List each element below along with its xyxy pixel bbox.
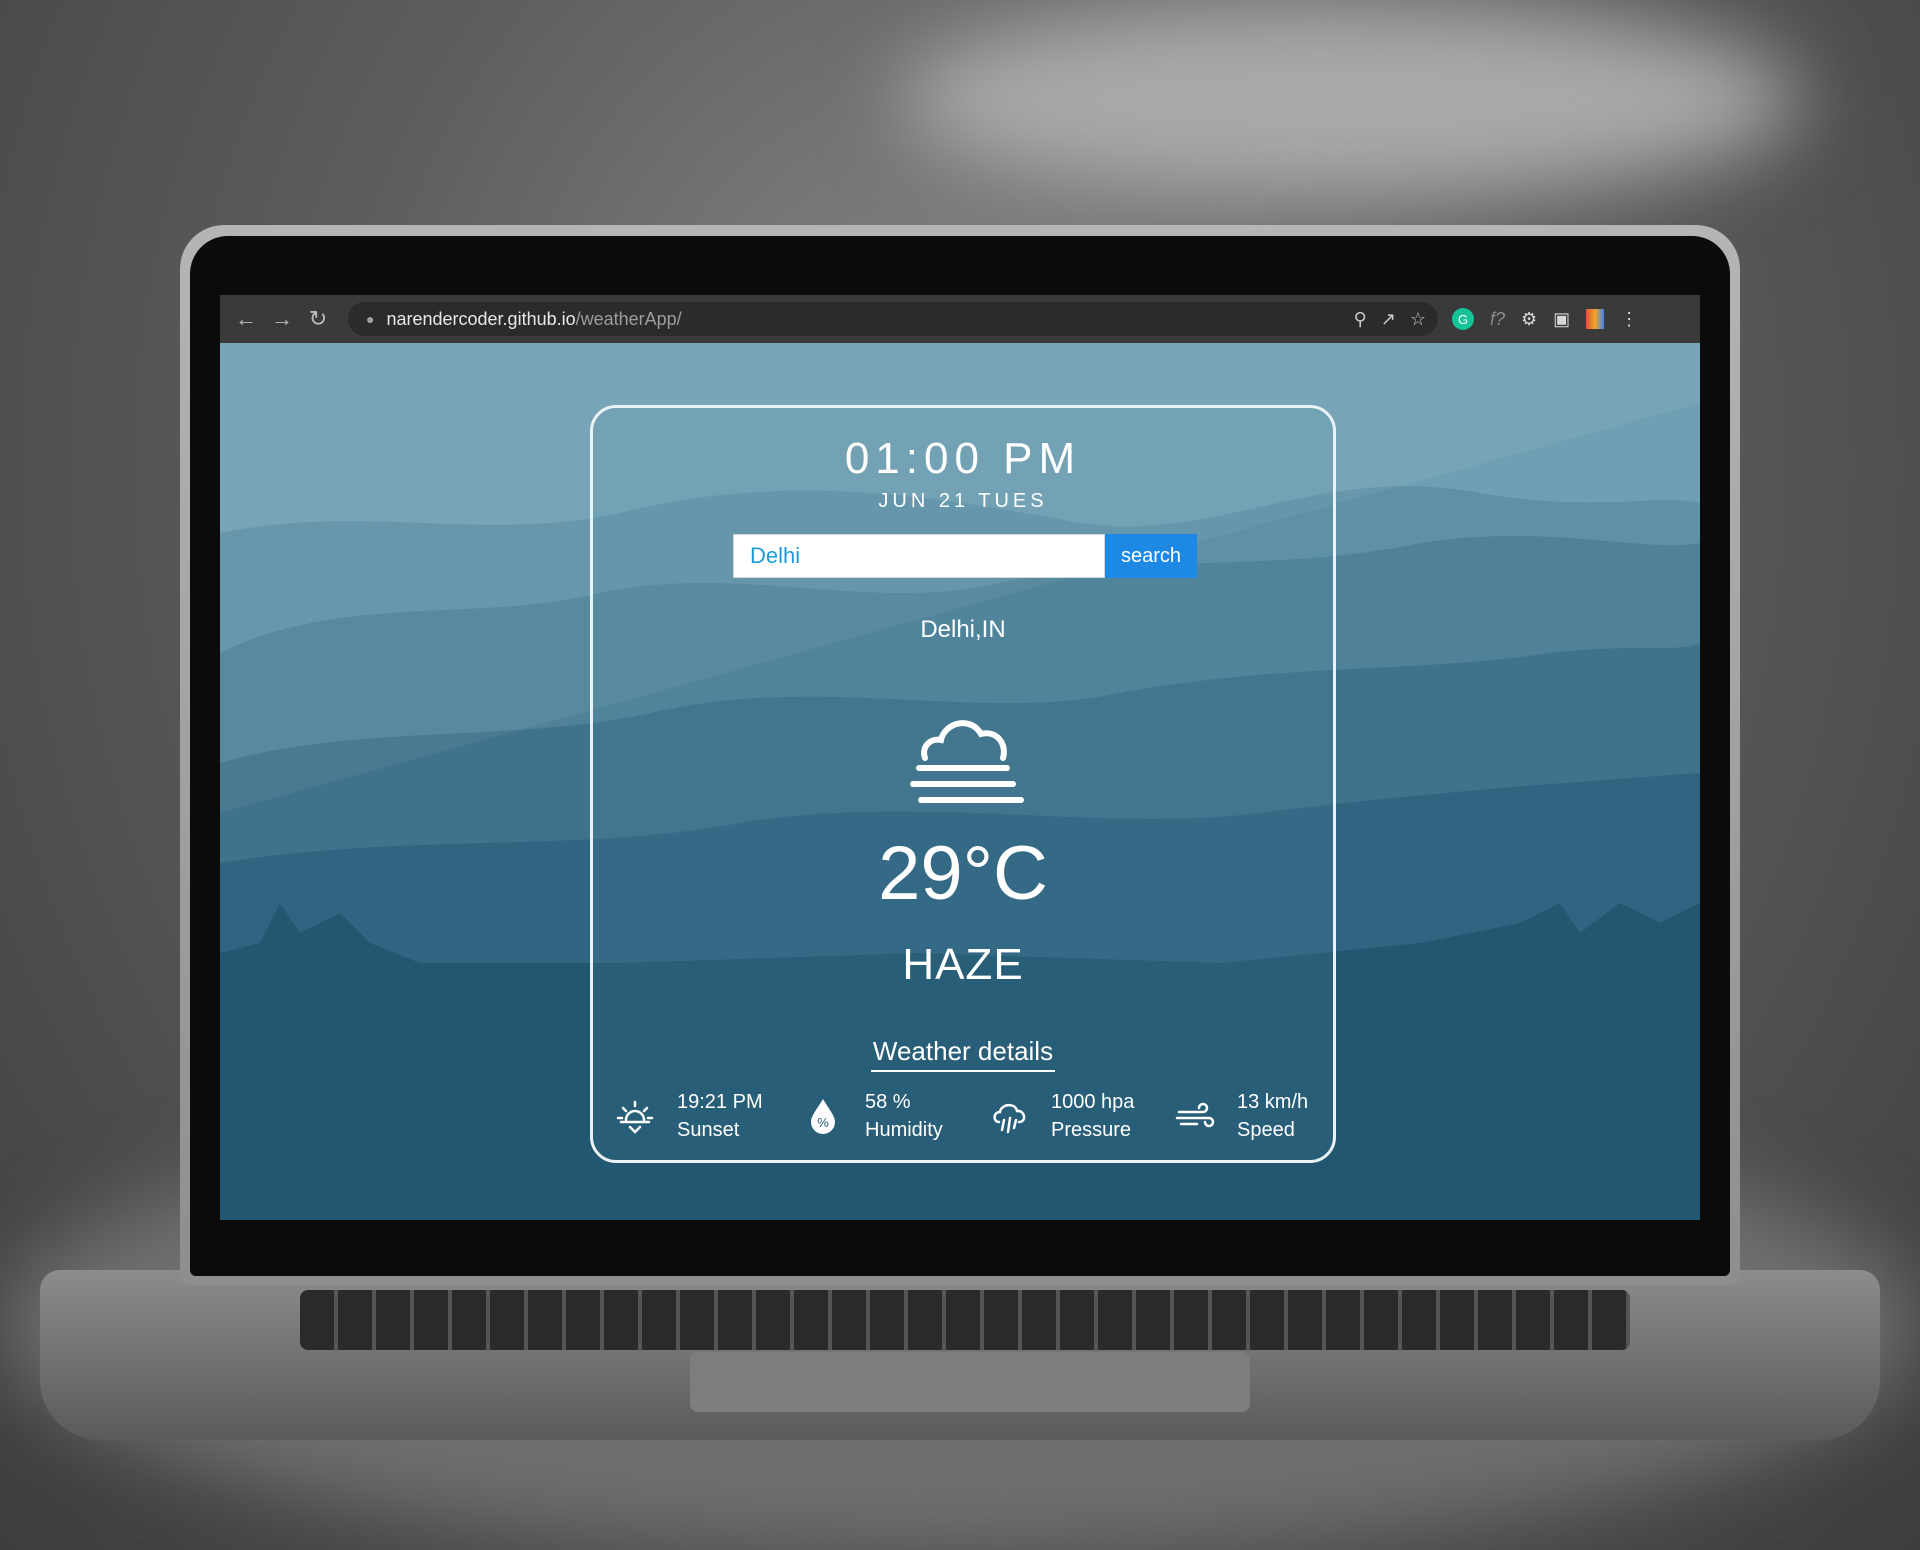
laptop-trackpad [690,1352,1250,1412]
zoom-icon[interactable]: ⚲ [1354,309,1367,330]
grammarly-extension-icon[interactable]: G [1452,308,1474,330]
address-bar[interactable]: ● narendercoder.github.io/weatherApp/ ⚲ … [348,302,1438,336]
weather-details-heading: Weather details [593,1036,1333,1072]
bookmark-star-icon[interactable]: ☆ [1410,309,1426,330]
colorful-extension-icon[interactable] [1586,309,1605,329]
url-path: /weatherApp/ [575,308,682,329]
lock-icon: ● [366,311,375,327]
location-label: Delhi,IN [920,616,1006,643]
humidity-value: 58 % [865,1091,911,1113]
city-search-input[interactable] [733,534,1105,578]
current-time: 01:00 PM [844,434,1082,483]
humidity-label: Humidity [865,1119,943,1141]
pressure-icon [993,1103,1026,1134]
side-panel-icon[interactable]: ▣ [1553,309,1570,330]
back-icon[interactable]: ← [228,306,264,332]
search-button[interactable]: search [1105,534,1197,578]
detail-wind: 13 km/h Speed [1175,1088,1308,1144]
laptop-keyboard [300,1290,1630,1350]
forward-icon[interactable]: → [264,306,300,332]
pressure-value: 1000 hpa [1051,1091,1135,1113]
background-blur [900,0,1800,200]
pressure-label: Pressure [1051,1119,1132,1141]
browser-menu-icon[interactable]: ⋮ [1620,309,1638,330]
laptop-screen: ← → ↻ ● narendercoder.github.io/weatherA… [220,295,1700,1220]
extensions-puzzle-icon[interactable]: ⚙ [1521,309,1537,330]
share-icon[interactable]: ↗ [1381,309,1396,330]
temperature-value: 29°C [878,831,1048,916]
haze-icon [910,720,1024,803]
browser-toolbar: ← → ↻ ● narendercoder.github.io/weatherA… [220,295,1700,343]
formula-extension-icon[interactable]: f? [1490,309,1505,330]
detail-pressure: 1000 hpa Pressure [989,1088,1134,1144]
wind-label: Speed [1237,1119,1295,1141]
sunset-label: Sunset [677,1119,740,1141]
weather-card: 01:00 PM JUN 21 TUES search Delhi,IN 29°… [590,405,1336,1163]
wind-value: 13 km/h [1237,1091,1309,1113]
url-host: narendercoder.github.io [386,308,576,329]
humidity-icon: % [811,1099,835,1134]
detail-humidity: % 58 % Humidity [803,1088,943,1144]
current-date: JUN 21 TUES [878,490,1048,512]
sunset-value: 19:21 PM [677,1091,763,1113]
sunset-icon [616,1100,654,1134]
weather-details-row: 19:21 PM Sunset % 58 % Humidity 1000 hpa… [615,1088,1315,1148]
svg-text:%: % [817,1115,829,1130]
weather-condition: HAZE [902,940,1024,989]
detail-sunset: 19:21 PM Sunset [615,1088,763,1144]
reload-icon[interactable]: ↻ [300,306,336,332]
wind-icon [1175,1102,1215,1128]
